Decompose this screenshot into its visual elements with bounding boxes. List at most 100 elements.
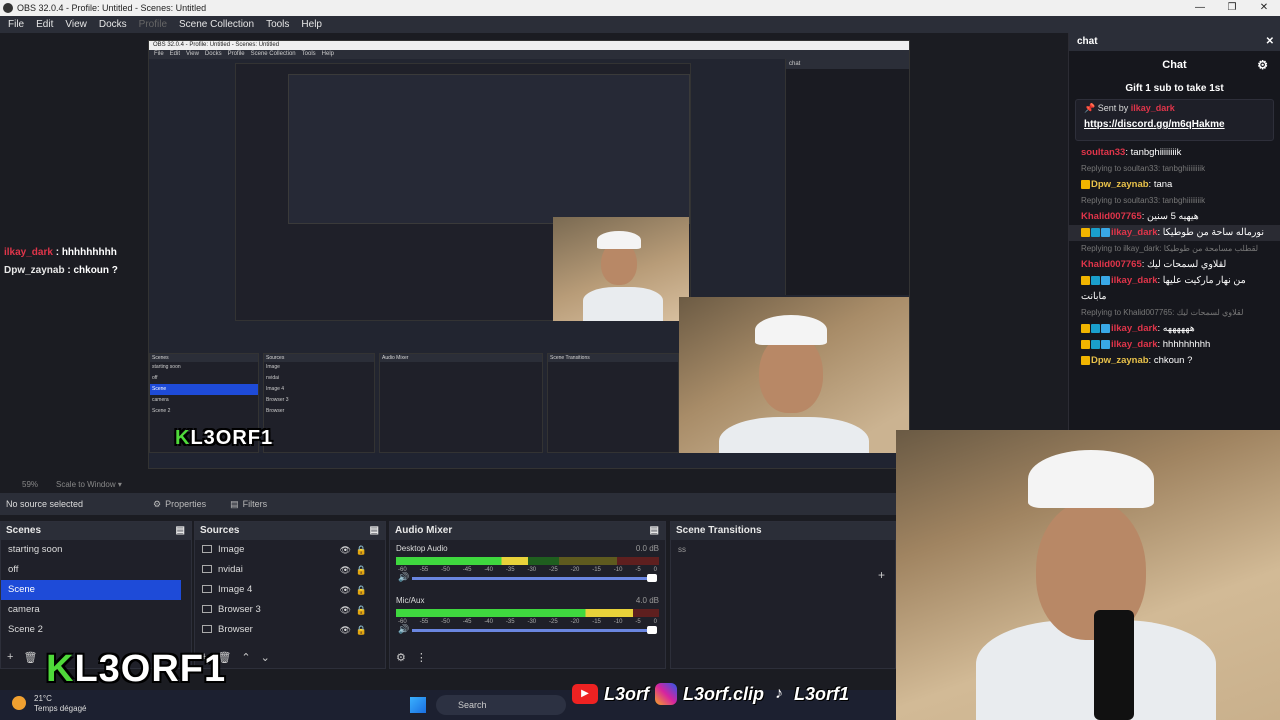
- chat-message: ilkay_dark: ههههههه: [1081, 321, 1268, 337]
- menu-help[interactable]: Help: [295, 19, 328, 30]
- menu-bar: File Edit View Docks Profile Scene Colle…: [0, 16, 1280, 33]
- filters-button[interactable]: ▤ Filters: [222, 497, 275, 512]
- pinned-goal: Gift 1 sub to take 1st: [1125, 83, 1224, 94]
- scene-item[interactable]: camera: [1, 600, 191, 620]
- lock-icon[interactable]: 🔒: [356, 600, 367, 620]
- chat-message: ilkay_dark: hhhhhhhhh: [1081, 337, 1268, 353]
- menu-scene-collection[interactable]: Scene Collection: [173, 19, 260, 30]
- chat-message: ilkay_dark: من نهار ماركيت عليها مابانت: [1081, 275, 1246, 302]
- scale-tick: -5: [635, 619, 641, 625]
- menu-docks[interactable]: Docks: [93, 19, 133, 30]
- move-down-icon[interactable]: ⌄: [261, 651, 270, 664]
- chat-dock: chat ✕ Chat ⚙ Gift 1 sub to take 1st 📌 S…: [1068, 33, 1280, 430]
- scene-item[interactable]: Scene 2: [1, 620, 191, 640]
- overlay-chat-line: Dpw_zaynab : chkoun ?: [4, 265, 118, 276]
- visibility-icon[interactable]: 👁: [340, 600, 351, 620]
- discord-link[interactable]: https://discord.gg/m6qHakme: [1084, 119, 1265, 130]
- close-button[interactable]: ✕: [1248, 0, 1280, 16]
- remove-scene-icon[interactable]: 🗑: [23, 651, 37, 664]
- source-item[interactable]: Browser 3 👁 🔒: [195, 600, 385, 620]
- browser-icon: [202, 625, 212, 634]
- image-icon: [202, 545, 212, 554]
- speaker-icon[interactable]: 🔊: [398, 624, 409, 635]
- scene-item[interactable]: starting soon: [1, 540, 191, 560]
- menu-profile[interactable]: Profile: [133, 19, 173, 30]
- nested-taskbar: [149, 453, 909, 468]
- pin-icon: 📌: [1084, 103, 1098, 113]
- volume-meter: [396, 609, 659, 617]
- chat-message-hovered[interactable]: ilkay_dark: نورماله ساحة من طوطيكا: [1069, 225, 1280, 241]
- volume-slider[interactable]: 🔊: [398, 624, 657, 634]
- scale-tick: -35: [505, 619, 515, 625]
- visibility-icon[interactable]: 👁: [340, 540, 351, 560]
- dock-menu-icon[interactable]: ▤: [370, 522, 379, 540]
- source-item[interactable]: nvidai 👁 🔒: [195, 560, 385, 580]
- lock-icon[interactable]: 🔒: [356, 620, 367, 640]
- source-item[interactable]: Image 👁 🔒: [195, 540, 385, 560]
- volume-meter: [396, 557, 659, 565]
- user-settings-icon[interactable]: ⚙: [1257, 51, 1268, 79]
- mixer-menu-icon[interactable]: ⋮: [416, 651, 427, 664]
- scene-item-selected[interactable]: Scene: [1, 580, 181, 600]
- visibility-icon[interactable]: 👁: [340, 580, 351, 600]
- scale-tick: -20: [570, 619, 580, 625]
- youtube-icon: ▶: [572, 684, 598, 704]
- obs-logo-icon: [3, 3, 13, 13]
- scale-tick: -40: [484, 567, 493, 573]
- scale-tick: -20: [570, 567, 580, 573]
- lock-icon[interactable]: 🔒: [356, 560, 367, 580]
- scale-tick: -45: [462, 619, 472, 625]
- visibility-icon[interactable]: 👁: [340, 560, 351, 580]
- lock-icon[interactable]: 🔒: [356, 540, 367, 560]
- windows-start-icon[interactable]: [410, 697, 426, 713]
- move-up-icon[interactable]: ⌃: [241, 651, 250, 664]
- scale-tick: -30: [527, 567, 537, 573]
- minimize-button[interactable]: —: [1184, 0, 1216, 16]
- menu-edit[interactable]: Edit: [30, 19, 59, 30]
- volume-slider[interactable]: 🔊: [398, 572, 657, 582]
- source-item[interactable]: Image 4 👁 🔒: [195, 580, 385, 600]
- reply-context: Replying to Khalid007765: لقلاوي لسمحات …: [1081, 308, 1244, 317]
- overlay-chat-line: ilkay_dark : hhhhhhhhh: [4, 247, 117, 258]
- taskbar-search[interactable]: Search: [436, 695, 566, 715]
- scale-mode-select[interactable]: Scale to Window ▾: [56, 480, 122, 489]
- lock-icon[interactable]: 🔒: [356, 580, 367, 600]
- nested-logo: KL3ORF1: [175, 427, 274, 449]
- menu-file[interactable]: File: [2, 19, 30, 30]
- chat-messages: soultan33: tanbghiiiiiiiik Replying to s…: [1069, 141, 1280, 373]
- menu-view[interactable]: View: [59, 19, 93, 30]
- weather-widget[interactable]: 21°C Temps dégagé: [34, 694, 86, 714]
- chat-message: Khalid007765: لقلاوي لسمحات ليك: [1081, 259, 1227, 270]
- chat-panel-title: Chat ⚙: [1069, 51, 1280, 79]
- meter-fill: [396, 557, 528, 565]
- reply-context: Replying to ilkay_dark: لقطلب مسامحة من …: [1081, 244, 1259, 253]
- dock-menu-icon[interactable]: ▤: [176, 522, 185, 540]
- scene-transitions-dock: Scene Transitions ss +: [670, 521, 896, 669]
- scale-tick: -25: [549, 567, 558, 573]
- source-item[interactable]: Browser 👁 🔒: [195, 620, 385, 640]
- scale-tick: -55: [419, 619, 429, 625]
- transition-select[interactable]: ss: [671, 540, 895, 560]
- menu-tools[interactable]: Tools: [260, 19, 295, 30]
- maximize-button[interactable]: ❐: [1216, 0, 1248, 16]
- scene-item[interactable]: off: [1, 560, 191, 580]
- zoom-level: 59%: [22, 479, 39, 489]
- mixer-settings-icon[interactable]: ⚙: [396, 651, 406, 664]
- meter-scale: -60 -55 -50 -45 -40 -35 -30 -25 -20 -15 -10 -5 0: [396, 619, 659, 625]
- nested-menubar: File Edit View Docks Profile Scene Collection…: [149, 50, 909, 59]
- channel-name: Mic/Aux: [396, 596, 425, 605]
- youtube-handle: L3orf: [604, 683, 649, 704]
- add-scene-icon[interactable]: +: [7, 651, 13, 664]
- visibility-icon[interactable]: 👁: [340, 620, 351, 640]
- speaker-icon[interactable]: 🔊: [398, 572, 409, 583]
- scale-tick: -15: [592, 619, 601, 625]
- dock-menu-icon[interactable]: ▤: [650, 522, 659, 540]
- add-transition-icon[interactable]: +: [878, 568, 885, 582]
- image-icon: [202, 585, 212, 594]
- audio-mixer-dock: Audio Mixer ▤ Desktop Audio 0.0 dB -60 -55…: [389, 521, 666, 669]
- scale-tick: -15: [592, 567, 601, 573]
- chat-message: Khalid007765: هيهيه 5 سنين: [1081, 211, 1199, 222]
- webcam-feed: [896, 430, 1280, 720]
- properties-button[interactable]: ⚙ Properties: [145, 497, 214, 512]
- dock-close-icon[interactable]: ✕: [1266, 33, 1274, 51]
